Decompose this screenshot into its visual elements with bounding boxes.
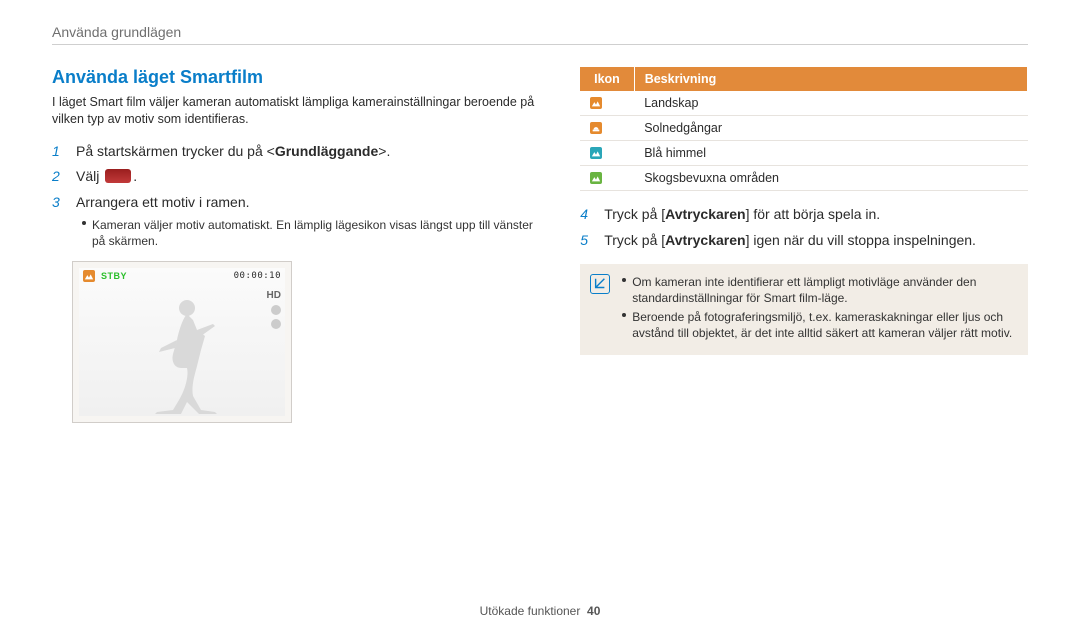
lcd-screen: STBY 00:00:10 HD	[79, 268, 285, 416]
columns: Använda läget Smartfilm I läget Smart fi…	[52, 67, 1028, 423]
step-text: Arrangera ett motiv i ramen.	[76, 193, 250, 213]
step-text: Välj .	[76, 167, 137, 187]
table-cell: Blå himmel	[634, 141, 1027, 166]
intro-text: I läget Smart film väljer kameran automa…	[52, 94, 544, 128]
step-text-part: ] igen när du vill stoppa inspelningen.	[746, 232, 976, 248]
note-text: Om kameran inte identifierar ett lämplig…	[632, 274, 1016, 306]
step-number: 3	[52, 194, 66, 210]
camera-preview: STBY 00:00:10 HD	[72, 261, 292, 423]
step-number: 1	[52, 143, 66, 159]
bullet-icon	[622, 278, 626, 282]
skater-silhouette	[137, 296, 227, 416]
page: Använda grundlägen Använda läget Smartfi…	[0, 0, 1080, 630]
recording-status: STBY	[101, 271, 127, 281]
left-column: Använda läget Smartfilm I läget Smart fi…	[52, 67, 544, 423]
table-header-icon: Ikon	[580, 67, 634, 91]
sunset-icon	[590, 122, 602, 134]
table-header-desc: Beskrivning	[634, 67, 1027, 91]
icon-table: Ikon Beskrivning Landskap Solnedgångar	[580, 67, 1028, 191]
landscape-mode-icon	[83, 270, 95, 282]
step-number: 4	[580, 206, 594, 222]
storage-icon	[271, 319, 281, 329]
step-1: 1 På startskärmen trycker du på <Grundlä…	[52, 142, 544, 162]
step-text-part: >.	[378, 143, 390, 159]
steps-right: 4 Tryck på [Avtryckaren] för att börja s…	[580, 205, 1028, 250]
page-number: 40	[587, 604, 600, 618]
lcd-right-icons: HD	[267, 290, 281, 329]
table-cell: Landskap	[634, 91, 1027, 116]
note-box: Om kameran inte identifierar ett lämplig…	[580, 264, 1028, 355]
step-text-part: Välj	[76, 168, 103, 184]
step-text-em: Avtryckaren	[665, 232, 745, 248]
steps-left: 1 På startskärmen trycker du på <Grundlä…	[52, 142, 544, 213]
step-5: 5 Tryck på [Avtryckaren] igen när du vil…	[580, 231, 1028, 251]
step-2: 2 Välj .	[52, 167, 544, 187]
note-icon	[590, 274, 610, 294]
step-text-part: ] för att börja spela in.	[746, 206, 881, 222]
step-text-em: Avtryckaren	[665, 206, 745, 222]
table-row: Skogsbevuxna områden	[580, 166, 1027, 191]
table-row: Solnedgångar	[580, 116, 1027, 141]
step-text: På startskärmen trycker du på <Grundlägg…	[76, 142, 390, 162]
step-number: 5	[580, 232, 594, 248]
blue-sky-icon	[590, 147, 602, 159]
battery-icon	[271, 305, 281, 315]
right-column: Ikon Beskrivning Landskap Solnedgångar	[580, 67, 1028, 423]
step-number: 2	[52, 168, 66, 184]
step-text-part: Tryck på [	[604, 232, 665, 248]
table-cell: Solnedgångar	[634, 116, 1027, 141]
forest-icon	[590, 172, 602, 184]
divider	[52, 44, 1028, 45]
section-heading: Använda läget Smartfilm	[52, 67, 544, 88]
table-cell: Skogsbevuxna områden	[634, 166, 1027, 191]
timecode: 00:00:10	[234, 271, 281, 281]
bullet-icon	[82, 221, 86, 225]
table-row: Blå himmel	[580, 141, 1027, 166]
footer-section: Utökade funktioner	[480, 604, 581, 618]
step-3-note: Kameran väljer motiv automatiskt. En läm…	[52, 217, 544, 249]
step-3: 3 Arrangera ett motiv i ramen.	[52, 193, 544, 213]
step-text-em: Grundläggande	[275, 143, 378, 159]
smart-film-mode-icon	[105, 169, 131, 183]
note-body: Om kameran inte identifierar ett lämplig…	[622, 274, 1016, 343]
step-4: 4 Tryck på [Avtryckaren] för att börja s…	[580, 205, 1028, 225]
note-text: Beroende på fotograferingsmiljö, t.ex. k…	[632, 309, 1016, 341]
step-text-part: .	[133, 168, 137, 184]
substep-text: Kameran väljer motiv automatiskt. En läm…	[92, 217, 544, 249]
step-text-part: Tryck på [	[604, 206, 665, 222]
bullet-icon	[622, 313, 626, 317]
step-text: Tryck på [Avtryckaren] igen när du vill …	[604, 231, 976, 251]
step-text-part: På startskärmen trycker du på <	[76, 143, 275, 159]
table-row: Landskap	[580, 91, 1027, 116]
breadcrumb: Använda grundlägen	[52, 24, 1028, 40]
step-text: Tryck på [Avtryckaren] för att börja spe…	[604, 205, 880, 225]
landscape-icon	[590, 97, 602, 109]
hd-indicator-icon: HD	[267, 290, 281, 301]
lcd-top-bar: STBY 00:00:10	[79, 268, 285, 284]
page-footer: Utökade funktioner 40	[0, 604, 1080, 618]
